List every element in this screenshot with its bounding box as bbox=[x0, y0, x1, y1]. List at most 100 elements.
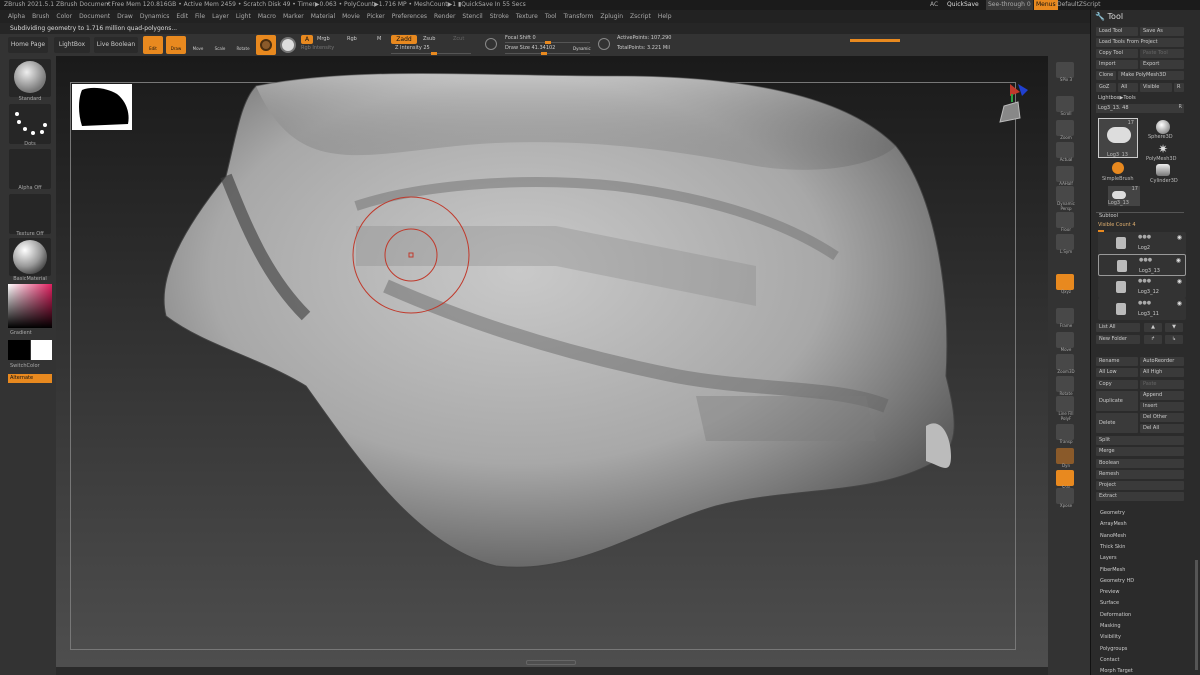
section-layers[interactable]: Layers bbox=[1100, 554, 1117, 563]
dynamic-toggle[interactable]: Dynamic bbox=[573, 44, 591, 53]
subtool-toggles-icon[interactable]: ●●● bbox=[1139, 257, 1152, 263]
stroke-picker[interactable] bbox=[9, 104, 51, 144]
section-nanomesh[interactable]: NanoMesh bbox=[1100, 532, 1126, 541]
remesh-button[interactable]: Remesh bbox=[1096, 470, 1184, 479]
duplicate-button[interactable]: Duplicate bbox=[1096, 391, 1138, 411]
shelf-spix-3-icon[interactable] bbox=[1056, 62, 1074, 78]
goz-visible-button[interactable]: Visible bbox=[1140, 83, 1172, 92]
menu-marker[interactable]: Marker bbox=[283, 13, 304, 20]
autoreorder-button[interactable]: AutoReorder bbox=[1140, 357, 1184, 366]
menu-zscript[interactable]: Zscript bbox=[630, 13, 651, 20]
move-down-button[interactable]: ▼ bbox=[1165, 323, 1183, 332]
shelf-scroll-icon[interactable] bbox=[1056, 96, 1074, 112]
menu-alpha[interactable]: Alpha bbox=[8, 13, 25, 20]
menu-dynamics[interactable]: Dynamics bbox=[140, 13, 170, 20]
extract-button[interactable]: Extract bbox=[1096, 492, 1184, 501]
menu-document[interactable]: Document bbox=[79, 13, 110, 20]
menu-tool[interactable]: Tool bbox=[545, 13, 557, 20]
menu-material[interactable]: Material bbox=[311, 13, 335, 20]
menu-color[interactable]: Color bbox=[56, 13, 72, 20]
section-masking[interactable]: Masking bbox=[1100, 622, 1121, 631]
clone-button[interactable]: Clone bbox=[1096, 71, 1116, 80]
save-as-button[interactable]: Save As bbox=[1140, 27, 1184, 36]
z-intensity-slider[interactable]: Z Intensity 25 bbox=[395, 44, 430, 53]
rgb-intensity-slider[interactable]: Rgb Intensity bbox=[301, 44, 334, 53]
lightbox-tools-button[interactable]: Lightbox▶Tools bbox=[1098, 94, 1136, 103]
sculpt-model[interactable] bbox=[56, 56, 1048, 667]
move-button[interactable]: Move bbox=[189, 36, 207, 54]
all-low-button[interactable]: All Low bbox=[1096, 368, 1138, 377]
eye-icon[interactable]: ◉ bbox=[1177, 234, 1182, 241]
shelf-move-icon[interactable] bbox=[1056, 332, 1074, 348]
draw-size-thumb[interactable] bbox=[541, 52, 547, 55]
del-other-button[interactable]: Del Other bbox=[1140, 413, 1184, 422]
subtool-row[interactable]: Log3_11 ◉ ●●● bbox=[1098, 298, 1186, 320]
subtool-toggles-icon[interactable]: ●●● bbox=[1138, 300, 1151, 306]
simplebrush-icon[interactable] bbox=[1112, 162, 1124, 174]
section-morph-target[interactable]: Morph Target bbox=[1100, 667, 1133, 675]
load-tools-from-project-button[interactable]: Load Tools From Project bbox=[1096, 38, 1184, 47]
polymesh3d-icon[interactable]: ✷ bbox=[1158, 142, 1168, 156]
menu-draw[interactable]: Draw bbox=[117, 13, 133, 20]
menu-preferences[interactable]: Preferences bbox=[392, 13, 427, 20]
eye-icon[interactable]: ◉ bbox=[1176, 257, 1181, 264]
rename-button[interactable]: Rename bbox=[1096, 357, 1138, 366]
section-thick-skin[interactable]: Thick Skin bbox=[1100, 543, 1125, 552]
menu-transform[interactable]: Transform bbox=[563, 13, 593, 20]
shelf-aahalf-icon[interactable] bbox=[1056, 166, 1074, 182]
menu-movie[interactable]: Movie bbox=[342, 13, 360, 20]
move-up-button[interactable]: ▲ bbox=[1144, 323, 1162, 332]
edit-button[interactable]: Edit bbox=[143, 36, 163, 54]
copy-button[interactable]: Copy bbox=[1096, 380, 1138, 389]
insert-button[interactable]: Insert bbox=[1140, 402, 1184, 411]
menu-edit[interactable]: Edit bbox=[176, 13, 188, 20]
material-picker[interactable] bbox=[9, 238, 51, 276]
tool-panel-scrollbar[interactable] bbox=[1195, 560, 1198, 670]
menu-stroke[interactable]: Stroke bbox=[490, 13, 509, 20]
eye-icon[interactable]: ◉ bbox=[1177, 278, 1182, 285]
secondary-color-swatch[interactable] bbox=[8, 340, 30, 360]
brush-picker[interactable] bbox=[9, 59, 51, 97]
current-tool-r[interactable]: R bbox=[1179, 104, 1182, 110]
a-toggle[interactable]: A bbox=[301, 35, 313, 44]
switchcolor-button[interactable]: SwitchColor bbox=[10, 363, 58, 369]
folder-arrow-down-button[interactable]: ↳ bbox=[1165, 335, 1183, 344]
append-button[interactable]: Append bbox=[1140, 391, 1184, 400]
tool-thumb-log3-13[interactable]: 17 Log3_13 bbox=[1098, 118, 1138, 158]
subtool-row[interactable]: Log3_13 ◉ ●●● bbox=[1098, 254, 1186, 276]
menu-layer[interactable]: Layer bbox=[212, 13, 229, 20]
shelf-zoom-icon[interactable] bbox=[1056, 120, 1074, 136]
z-intensity-thumb[interactable] bbox=[431, 52, 437, 55]
shelf-dyn-icon[interactable] bbox=[1056, 448, 1074, 464]
color-picker[interactable] bbox=[8, 284, 52, 328]
shelf-xpose-icon[interactable] bbox=[1056, 488, 1074, 504]
menu-file[interactable]: File bbox=[195, 13, 205, 20]
visible-count-slider[interactable]: Visible Count 4 bbox=[1098, 221, 1136, 230]
menu-zplugin[interactable]: Zplugin bbox=[600, 13, 623, 20]
cylinder3d-icon[interactable] bbox=[1156, 164, 1170, 176]
live-boolean-button[interactable]: Live Boolean bbox=[94, 37, 138, 53]
sphere-mode-icon[interactable] bbox=[280, 37, 296, 53]
alpha-picker[interactable] bbox=[9, 149, 51, 189]
shelf-frame-icon[interactable] bbox=[1056, 308, 1074, 324]
list-all-button[interactable]: List All bbox=[1096, 323, 1140, 332]
subtool-toggles-icon[interactable]: ●●● bbox=[1138, 278, 1151, 284]
copy-tool-button[interactable]: Copy Tool bbox=[1096, 49, 1138, 58]
all-high-button[interactable]: All High bbox=[1140, 368, 1184, 377]
shelf-dynamic-persp-icon[interactable] bbox=[1056, 186, 1074, 202]
delete-button[interactable]: Delete bbox=[1096, 413, 1138, 433]
alternate-button[interactable]: Alternate bbox=[8, 374, 52, 383]
bottom-tray-handle[interactable] bbox=[526, 660, 576, 665]
material-sphere-button[interactable] bbox=[256, 35, 276, 55]
make-polymesh-button[interactable]: Make PolyMesh3D bbox=[1118, 71, 1184, 80]
subtool-row[interactable]: Log2 ◉ ●●● bbox=[1098, 232, 1186, 254]
import-button[interactable]: Import bbox=[1096, 60, 1138, 69]
rotate-button[interactable]: Rotate bbox=[233, 36, 253, 54]
section-geometry-hd[interactable]: Geometry HD bbox=[1100, 577, 1134, 586]
shelf-zoom3d-icon[interactable] bbox=[1056, 354, 1074, 370]
shelf-transp-icon[interactable] bbox=[1056, 424, 1074, 440]
project-button[interactable]: Project bbox=[1096, 481, 1184, 490]
split-button[interactable]: Split bbox=[1096, 436, 1184, 445]
goz-button[interactable]: GoZ bbox=[1096, 83, 1116, 92]
paste-tool-button[interactable]: Paste Tool bbox=[1140, 49, 1184, 58]
